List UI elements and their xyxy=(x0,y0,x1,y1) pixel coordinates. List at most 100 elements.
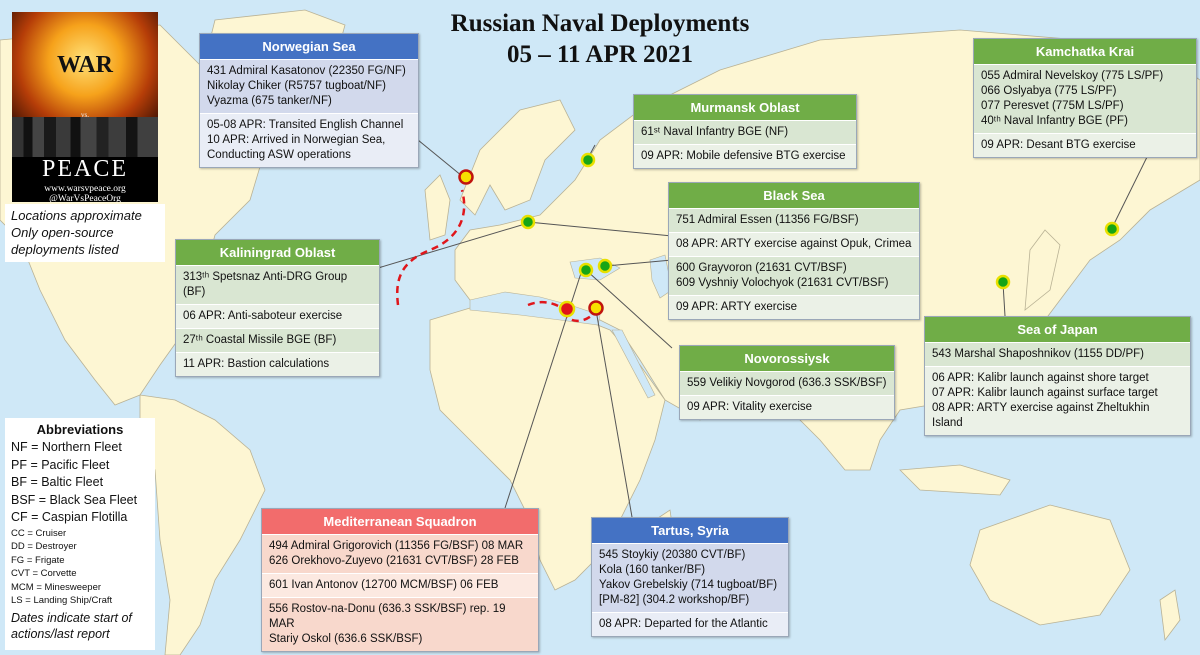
panel-row-line: 559 Velikiy Novgorod (636.3 SSK/BSF) xyxy=(687,377,887,389)
panel-row: 06 APR: Anti-saboteur exercise xyxy=(176,304,379,328)
abbreviations-legend: Abbreviations NF = Northern Fleet PF = P… xyxy=(5,418,155,650)
disclaimer-note: Locations approximate Only open-source d… xyxy=(5,204,165,262)
panel-row-line: Yakov Grebelskiy (714 tugboat/BF) xyxy=(599,579,778,591)
marker-med xyxy=(558,300,576,318)
panel-row-line: 601 Ivan Antonov (12700 MCM/BSF) 06 FEB xyxy=(269,579,499,591)
panel-row-line: 313ᵗʰ Spetsnaz Anti-DRG Group (BF) xyxy=(183,271,348,298)
panel-title: Kamchatka Krai xyxy=(974,39,1196,64)
panel-black-sea: Black Sea 751 Admiral Essen (11356 FG/BS… xyxy=(668,182,920,320)
panel-row: 313ᵗʰ Spetsnaz Anti-DRG Group (BF) xyxy=(176,265,379,304)
panel-row-line: 055 Admiral Nevelskoy (775 LS/PF) xyxy=(981,70,1164,82)
panel-row-line: 09 APR: Vitality exercise xyxy=(687,401,813,413)
panel-row: 600 Grayvoron (21631 CVT/BSF) 609 Vyshniy… xyxy=(669,256,919,295)
panel-mediterranean-squadron: Mediterranean Squadron 494 Admiral Grigo… xyxy=(261,508,539,652)
panel-row: 09 APR: Desant BTG exercise xyxy=(974,133,1196,157)
panel-row: 431 Admiral Kasatonov (22350 FG/NF) Nikol… xyxy=(200,59,418,113)
war-vs-peace-logo: WAR vs. PEACE www.warsvpeace.org @WarVsP… xyxy=(12,12,158,202)
panel-row-line: 11 APR: Bastion calculations xyxy=(183,358,330,370)
note-line: Only open-source xyxy=(11,225,114,240)
panel-title: Sea of Japan xyxy=(925,317,1190,342)
panel-title: Norwegian Sea xyxy=(200,34,418,59)
panel-row-line: 545 Stoykiy (20380 CVT/BF) xyxy=(599,549,746,561)
panel-row-line: Stariy Oskol (636.6 SSK/BSF) xyxy=(269,633,423,645)
abbr-item: CF = Caspian Flotilla xyxy=(11,510,128,524)
panel-row: 545 Stoykiy (20380 CVT/BF) Kola (160 tank… xyxy=(592,543,788,612)
note-line: Locations approximate xyxy=(11,208,142,223)
panel-row-line: 09 APR: Desant BTG exercise xyxy=(981,139,1136,151)
panel-row-line: 08 APR: ARTY exercise against Opuk, Crim… xyxy=(676,238,912,250)
panel-row-line: 61ˢᵗ Naval Infantry BGE (NF) xyxy=(641,126,789,138)
panel-row-line: 066 Oslyabya (775 LS/PF) xyxy=(981,85,1117,97)
marker-tartus xyxy=(588,300,604,316)
panel-row-line: 06 APR: Kalibr launch against shore targ… xyxy=(932,372,1149,384)
abbr-item: LS = Landing Ship/Craft xyxy=(11,595,113,606)
panel-row: 08 APR: ARTY exercise against Opuk, Crim… xyxy=(669,232,919,256)
abbr-item: NF = Northern Fleet xyxy=(11,440,122,454)
panel-row: 556 Rostov-na-Donu (636.3 SSK/BSF) rep. … xyxy=(262,597,538,651)
panel-row-line: 05-08 APR: Transited English Channel xyxy=(207,119,404,131)
panel-row-line: 06 APR: Anti-saboteur exercise xyxy=(183,310,343,322)
panel-title: Black Sea xyxy=(669,183,919,208)
panel-sea-of-japan: Sea of Japan 543 Marshal Shaposhnikov (1… xyxy=(924,316,1191,436)
panel-row: 05-08 APR: Transited English Channel 10 A… xyxy=(200,113,418,167)
marker-kaliningrad xyxy=(520,214,536,230)
panel-row: 06 APR: Kalibr launch against shore targ… xyxy=(925,366,1190,435)
logo-url: www.warsvpeace.org xyxy=(44,184,126,194)
panel-row-line: 751 Admiral Essen (11356 FG/BSF) xyxy=(676,214,859,226)
panel-row-line: 077 Peresvet (775M LS/PF) xyxy=(981,100,1124,112)
panel-row: 09 APR: Vitality exercise xyxy=(680,395,894,419)
abbr-item: BSF = Black Sea Fleet xyxy=(11,492,138,507)
abbr-item: DD = Destroyer xyxy=(11,541,77,552)
abbr-item: FG = Frigate xyxy=(11,554,65,566)
panel-title: Murmansk Oblast xyxy=(634,95,856,120)
panel-row-line: Nikolay Chiker (R5757 tugboat/NF) xyxy=(207,80,386,92)
panel-row: 494 Admiral Grigorovich (11356 FG/BSF) 0… xyxy=(262,534,538,573)
abbr-item: MCM = Minesweeper xyxy=(11,581,102,593)
panel-row-line: 09 APR: ARTY exercise xyxy=(676,301,798,313)
abbr-item: CVT = Corvette xyxy=(11,568,77,579)
abbr-item: BF = Baltic Fleet xyxy=(11,475,104,489)
marker-blacksea-2 xyxy=(597,258,613,274)
marker-norwegian xyxy=(458,169,474,185)
marker-murmansk xyxy=(580,152,596,168)
abbr-item: CC = Cruiser xyxy=(11,527,67,539)
logo-war: WAR xyxy=(56,52,113,78)
panel-row-line: 609 Vyshniy Volochyok (21631 CVT/BSF) xyxy=(676,277,889,289)
panel-row-line: 556 Rostov-na-Donu (636.3 SSK/BSF) rep. … xyxy=(269,603,506,630)
panel-row-line: Kola (160 tanker/BF) xyxy=(599,564,706,576)
panel-row: 543 Marshal Shaposhnikov (1155 DD/PF) xyxy=(925,342,1190,366)
panel-row: 09 APR: Mobile defensive BTG exercise xyxy=(634,144,856,168)
title-line1: Russian Naval Deployments xyxy=(450,10,750,37)
title-line2: 05 – 11 APR 2021 xyxy=(506,41,694,68)
marker-japan xyxy=(995,274,1011,290)
panel-title: Mediterranean Squadron xyxy=(262,509,538,534)
panel-novorossiysk: Novorossiysk 559 Velikiy Novgorod (636.3… xyxy=(679,345,895,420)
panel-row-line: Conducting ASW operations xyxy=(207,149,351,161)
panel-row: 751 Admiral Essen (11356 FG/BSF) xyxy=(669,208,919,232)
marker-blacksea-1 xyxy=(578,262,594,278)
panel-title: Tartus, Syria xyxy=(592,518,788,543)
panel-row-line: 08 APR: Departed for the Atlantic xyxy=(599,618,768,630)
panel-row-line: 600 Grayvoron (21631 CVT/BSF) xyxy=(676,262,847,274)
panel-row: 11 APR: Bastion calculations xyxy=(176,352,379,376)
logo-peace: PEACE xyxy=(41,156,128,182)
panel-row: 559 Velikiy Novgorod (636.3 SSK/BSF) xyxy=(680,371,894,395)
panel-row-line: Vyazma (675 tanker/NF) xyxy=(207,95,332,107)
panel-row-line: 40ᵗʰ Naval Infantry BGE (PF) xyxy=(981,115,1128,127)
panel-title: Novorossiysk xyxy=(680,346,894,371)
panel-norwegian-sea: Norwegian Sea 431 Admiral Kasatonov (223… xyxy=(199,33,419,168)
panel-kaliningrad-oblast: Kaliningrad Oblast 313ᵗʰ Spetsnaz Anti-D… xyxy=(175,239,380,377)
panel-row: 08 APR: Departed for the Atlantic xyxy=(592,612,788,636)
map-title: Russian Naval Deployments 05 – 11 APR 20… xyxy=(380,8,820,70)
panel-tartus-syria: Tartus, Syria 545 Stoykiy (20380 CVT/BF)… xyxy=(591,517,789,637)
note-line: deployments listed xyxy=(11,242,119,257)
panel-row-line: 09 APR: Mobile defensive BTG exercise xyxy=(641,150,846,162)
panel-row-line: 431 Admiral Kasatonov (22350 FG/NF) xyxy=(207,65,406,77)
city-skyline-graphic xyxy=(12,117,158,157)
panel-row-line: [PM-82] (304.2 workshop/BF) xyxy=(599,594,750,606)
panel-kamchatka-krai: Kamchatka Krai 055 Admiral Nevelskoy (77… xyxy=(973,38,1197,158)
panel-murmansk-oblast: Murmansk Oblast 61ˢᵗ Naval Infantry BGE … xyxy=(633,94,857,169)
panel-row-line: 494 Admiral Grigorovich (11356 FG/BSF) 0… xyxy=(269,540,524,552)
panel-row: 601 Ivan Antonov (12700 MCM/BSF) 06 FEB xyxy=(262,573,538,597)
panel-row: 27ᵗʰ Coastal Missile BGE (BF) xyxy=(176,328,379,352)
